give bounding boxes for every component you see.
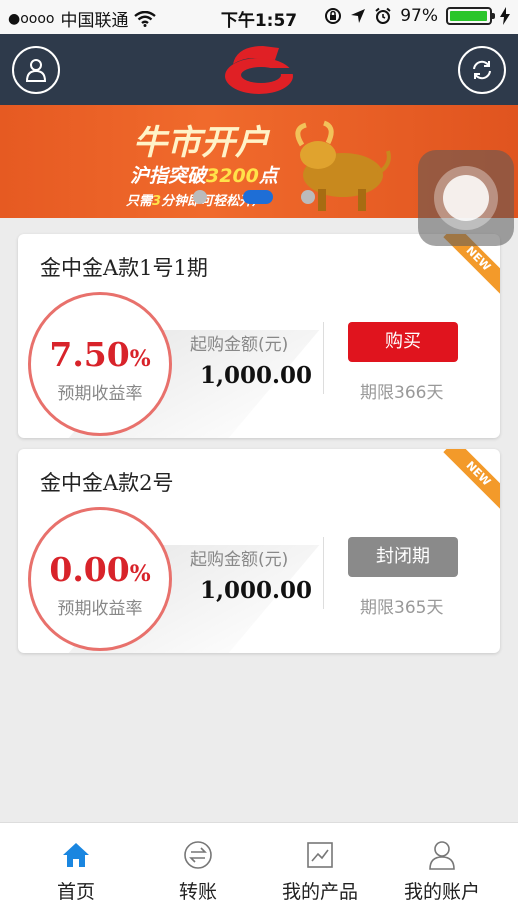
home-icon — [63, 843, 89, 867]
chart-icon — [307, 842, 333, 868]
rotation-lock-icon — [325, 8, 342, 24]
battery-icon — [446, 7, 495, 25]
min-amount-value: 1,000.00 — [200, 362, 313, 389]
banner-title: 牛市开户 — [133, 123, 269, 163]
transfer-icon — [184, 841, 212, 869]
app-header — [0, 34, 518, 105]
product-card[interactable]: 金中金A款2号 NEW 0.00% 预期收益率 起购金额(元) 1,000.00… — [18, 449, 500, 653]
user-icon — [25, 59, 47, 82]
divider — [323, 537, 324, 609]
status-bar: ●oooo 中国联通 下午1:57 97% — [0, 0, 518, 34]
rate-label: 预期收益率 — [57, 384, 143, 404]
location-icon — [351, 9, 366, 23]
tab-transfer[interactable]: 转账 — [133, 839, 263, 904]
charging-icon — [500, 7, 510, 25]
pager-dot[interactable] — [193, 190, 207, 204]
battery-percent: 97% — [400, 6, 438, 26]
tab-my-account[interactable]: 我的账户 — [377, 839, 507, 904]
app-logo — [225, 46, 295, 94]
user-button[interactable] — [12, 46, 60, 94]
term-text: 期限366天 — [360, 383, 444, 403]
new-badge: NEW — [443, 449, 500, 509]
expected-rate: 7.50% — [49, 335, 151, 374]
rate-circle: 7.50% 预期收益率 — [28, 292, 172, 436]
pager-dot[interactable] — [301, 190, 315, 204]
banner-subtitle: 沪指突破3200点 — [130, 165, 278, 187]
product-title: 金中金A款2号 — [40, 471, 174, 495]
account-icon — [429, 841, 455, 870]
min-amount-label: 起购金额(元) — [190, 335, 289, 355]
product-card[interactable]: 金中金A款1号1期 NEW 7.50% 预期收益率 起购金额(元) 1,000.… — [18, 234, 500, 438]
tab-label: 我的账户 — [403, 881, 480, 903]
tab-bar: 首页 转账 我的产品 我的账户 — [0, 822, 518, 920]
assistive-ring — [434, 166, 498, 230]
term-text: 期限365天 — [360, 598, 444, 618]
rate-circle: 0.00% 预期收益率 — [28, 507, 172, 651]
assistive-touch-button[interactable] — [418, 150, 514, 246]
min-amount-label: 起购金额(元) — [190, 550, 289, 570]
tab-my-products[interactable]: 我的产品 — [255, 839, 385, 904]
assistive-core — [443, 175, 489, 221]
closed-period-button[interactable]: 封闭期 — [348, 537, 458, 577]
refresh-button[interactable] — [458, 46, 506, 94]
rate-label: 预期收益率 — [57, 599, 143, 619]
refresh-icon — [473, 60, 491, 80]
tab-home[interactable]: 首页 — [11, 839, 141, 904]
product-title: 金中金A款1号1期 — [40, 256, 208, 280]
expected-rate: 0.00% — [49, 550, 151, 589]
divider — [323, 322, 324, 394]
buy-button[interactable]: 购买 — [348, 322, 458, 362]
tab-label: 首页 — [56, 881, 95, 903]
tab-label: 转账 — [178, 881, 217, 903]
alarm-icon — [375, 7, 391, 24]
pager-dot-active[interactable] — [243, 190, 273, 204]
min-amount-value: 1,000.00 — [200, 577, 313, 604]
tab-label: 我的产品 — [281, 881, 358, 903]
